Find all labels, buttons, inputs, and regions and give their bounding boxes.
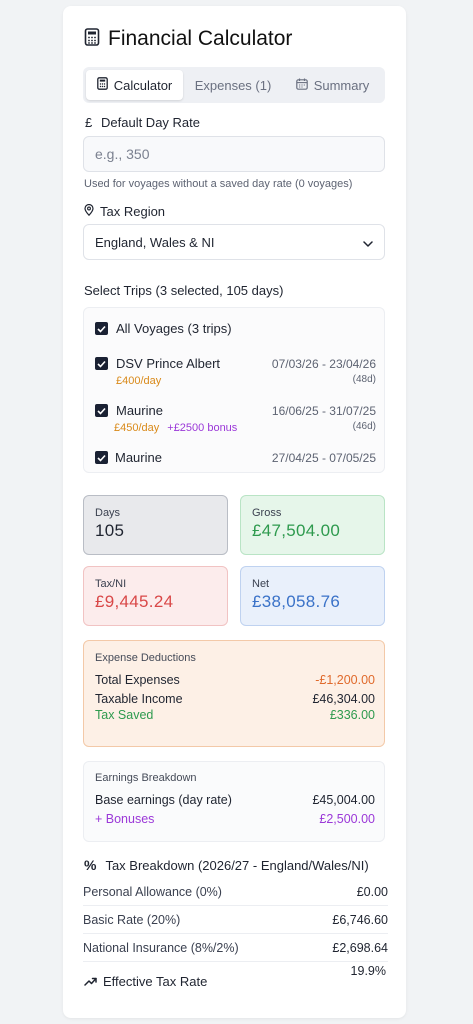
effective-tax-rate-label: Effective Tax Rate xyxy=(103,974,208,989)
total-expenses-row: Total Expenses -£1,200.00 xyxy=(95,673,375,687)
gross-stat-label: Gross xyxy=(252,507,282,519)
calendar-icon xyxy=(295,78,308,93)
gross-stat-value: £47,504.00 xyxy=(252,521,341,540)
tax-saved-row: Tax Saved £336.00 xyxy=(95,708,375,722)
trip-1-duration: (48d) xyxy=(352,374,376,385)
calculator-icon xyxy=(96,77,108,93)
days-stat-label: Days xyxy=(95,507,121,519)
tax-ni-stat-label: Tax/NI xyxy=(95,578,127,590)
tab-expenses-label: Expenses (1) xyxy=(194,77,272,93)
base-earnings-value: £45,004.00 xyxy=(312,793,375,807)
trip-2-name: Maurine xyxy=(116,403,163,418)
tax-region-select[interactable]: England, Wales & NI xyxy=(83,224,385,260)
trip-1-dates: 07/03/26 - 23/04/26 xyxy=(271,357,376,371)
personal-allowance-value: £0.00 xyxy=(356,885,388,899)
taxable-income-row: Taxable Income £46,304.00 xyxy=(95,692,375,706)
pound-icon: £ xyxy=(85,115,93,130)
taxable-income-value: £46,304.00 xyxy=(312,692,375,706)
bonuses-row: + Bonuses £2,500.00 xyxy=(95,812,375,826)
trip-1-rate: £400/day xyxy=(116,375,162,387)
day-rate-input[interactable] xyxy=(95,146,373,162)
national-insurance-label: National Insurance (8%/2%) xyxy=(83,941,239,955)
tax-ni-stat-card: Tax/NI £9,445.24 xyxy=(83,566,228,626)
tax-breakdown-title: Tax Breakdown (2026/27 - England/Wales/N… xyxy=(105,857,369,873)
trip-row-2[interactable]: Maurine xyxy=(95,403,163,418)
tab-calculator[interactable]: Calculator xyxy=(86,70,183,100)
trip-3-dates: 27/04/25 - 07/05/25 xyxy=(271,451,376,465)
trips-list: All Voyages (3 trips) DSV Prince Albert … xyxy=(83,307,385,473)
day-rate-hint: Used for voyages without a saved day rat… xyxy=(84,178,353,190)
day-rate-label-row: £ Default Day Rate xyxy=(85,115,200,130)
tax-ni-stat-value: £9,445.24 xyxy=(95,592,174,611)
calculator-icon xyxy=(84,27,100,51)
trip-1-name: DSV Prince Albert xyxy=(116,356,221,371)
trip-2-bonus: +£2500 bonus xyxy=(167,422,238,434)
tab-expenses[interactable]: Expenses (1) xyxy=(183,70,283,100)
tax-row-national-insurance: National Insurance (8%/2%) £2,698.64 xyxy=(83,941,388,962)
day-rate-label: Default Day Rate xyxy=(101,115,200,130)
tax-breakdown-heading-row: % Tax Breakdown (2026/27 - England/Wales… xyxy=(84,857,369,873)
days-stat-value: 105 xyxy=(95,521,125,540)
days-stat-card: Days 105 xyxy=(83,495,228,555)
location-pin-icon xyxy=(84,203,94,219)
day-rate-field[interactable] xyxy=(83,136,385,172)
tax-row-basic-rate: Basic Rate (20%) £6,746.60 xyxy=(83,913,388,934)
trip-2-checkbox[interactable] xyxy=(95,404,108,417)
tax-region-value: England, Wales & NI xyxy=(95,234,215,250)
base-earnings-label: Base earnings (day rate) xyxy=(95,793,232,807)
expense-deductions-title: Expense Deductions xyxy=(95,652,196,664)
trip-3-checkbox[interactable] xyxy=(95,451,108,464)
earnings-breakdown-title: Earnings Breakdown xyxy=(95,772,197,784)
trip-2-rate: £450/day xyxy=(114,422,160,434)
tab-calculator-label: Calculator xyxy=(113,77,173,93)
tax-row-personal-allowance: Personal Allowance (0%) £0.00 xyxy=(83,885,388,906)
total-expenses-value: -£1,200.00 xyxy=(315,673,375,687)
trip-2-dates: 16/06/25 - 31/07/25 xyxy=(271,404,376,418)
national-insurance-value: £2,698.64 xyxy=(332,941,388,955)
trip-row-1[interactable]: DSV Prince Albert xyxy=(95,356,220,371)
trip-3-name: Maurine xyxy=(115,450,162,465)
net-stat-label: Net xyxy=(252,578,270,590)
all-voyages-row[interactable]: All Voyages (3 trips) xyxy=(95,321,232,336)
net-stat-card: Net £38,058.76 xyxy=(240,566,385,626)
taxable-income-label: Taxable Income xyxy=(95,692,183,706)
tax-saved-value: £336.00 xyxy=(329,708,375,722)
trip-1-checkbox[interactable] xyxy=(95,357,108,370)
title-row: Financial Calculator xyxy=(84,26,292,52)
tax-saved-label: Tax Saved xyxy=(95,708,154,722)
effective-tax-rate-row: Effective Tax Rate xyxy=(84,974,207,989)
all-voyages-label: All Voyages (3 trips) xyxy=(116,321,232,336)
gross-stat-card: Gross £47,504.00 xyxy=(240,495,385,555)
tab-summary-label: Summary xyxy=(313,77,370,93)
trending-up-icon xyxy=(84,974,97,989)
tab-bar: Calculator Expenses (1) Summary xyxy=(83,67,385,103)
tax-region-label: Tax Region xyxy=(100,204,166,219)
total-expenses-label: Total Expenses xyxy=(95,673,180,687)
all-voyages-checkbox[interactable] xyxy=(95,322,108,335)
earnings-breakdown-panel: Earnings Breakdown Base earnings (day ra… xyxy=(83,761,385,842)
chevron-down-icon xyxy=(363,234,373,250)
base-earnings-row: Base earnings (day rate) £45,004.00 xyxy=(95,793,375,807)
effective-tax-rate-value: 19.9% xyxy=(350,964,386,978)
expense-deductions-panel: Expense Deductions Total Expenses -£1,20… xyxy=(83,640,385,747)
tab-summary[interactable]: Summary xyxy=(283,70,382,100)
page-title: Financial Calculator xyxy=(108,27,293,50)
trip-row-3[interactable]: Maurine xyxy=(95,450,162,465)
trip-2-duration: (46d) xyxy=(352,421,376,432)
percent-icon: % xyxy=(84,857,97,873)
bonuses-label: + Bonuses xyxy=(95,812,155,826)
bonuses-value: £2,500.00 xyxy=(319,812,375,826)
personal-allowance-label: Personal Allowance (0%) xyxy=(83,885,222,899)
basic-rate-label: Basic Rate (20%) xyxy=(83,913,181,927)
financial-calculator-card: Financial Calculator Calculator Expenses… xyxy=(63,6,406,1018)
tax-region-label-row: Tax Region xyxy=(84,203,166,219)
trip-2-meta: £450/day +£2500 bonus xyxy=(114,422,237,434)
basic-rate-value: £6,746.60 xyxy=(332,913,388,927)
net-stat-value: £38,058.76 xyxy=(252,592,341,611)
trips-heading: Select Trips (3 selected, 105 days) xyxy=(84,283,284,298)
